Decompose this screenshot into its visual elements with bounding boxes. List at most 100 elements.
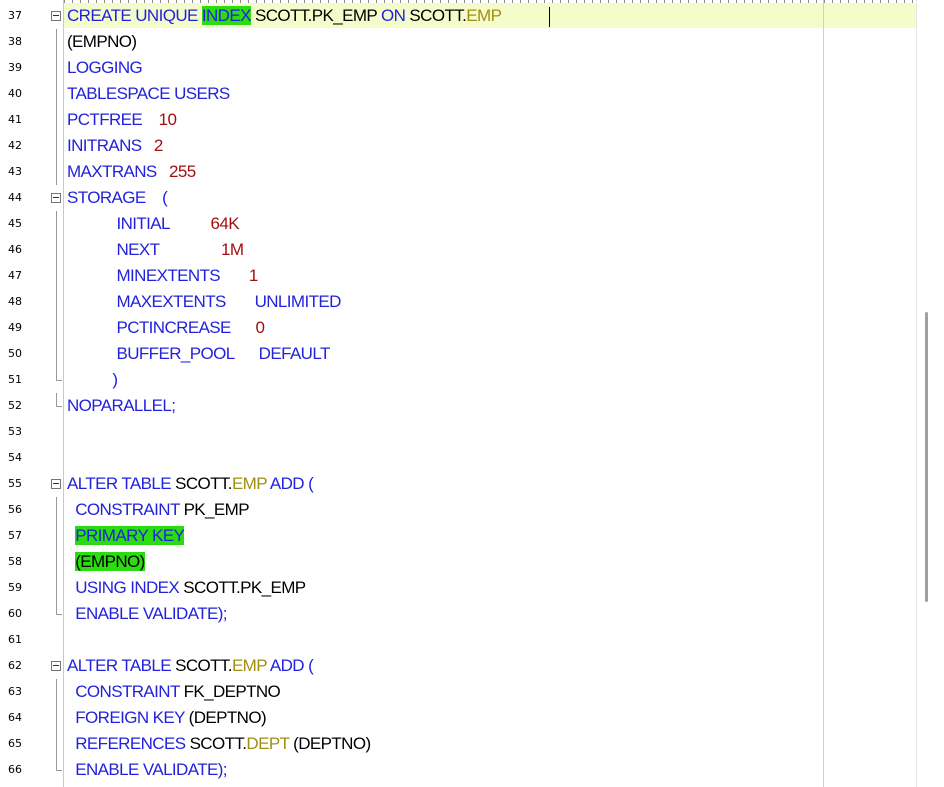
fold-end-guide bbox=[56, 757, 62, 771]
code-token: CONSTRAINT bbox=[67, 682, 184, 701]
code-text[interactable]: MAXTRANS 255 bbox=[67, 159, 196, 185]
code-text[interactable]: TABLESPACE USERS bbox=[67, 81, 230, 107]
code-line[interactable]: 45 INITIAL 64K bbox=[0, 211, 916, 237]
fold-guide bbox=[56, 705, 57, 731]
code-line[interactable]: 49 PCTINCREASE 0 bbox=[0, 315, 916, 341]
code-line[interactable]: 42 INITRANS 2 bbox=[0, 133, 916, 159]
code-text[interactable]: FOREIGN KEY (DEPTNO) bbox=[67, 705, 266, 731]
code-line[interactable]: 65 REFERENCES SCOTT.DEPT (DEPTNO) bbox=[0, 731, 916, 757]
code-line[interactable]: 60 ENABLE VALIDATE); bbox=[0, 601, 916, 627]
code-text[interactable]: MINEXTENTS 1 bbox=[67, 263, 258, 289]
code-line[interactable]: 55 ALTER TABLE SCOTT.EMP ADD ( bbox=[0, 471, 916, 497]
code-token: MAXEXTENTS UNLIMITED bbox=[67, 292, 341, 311]
code-line[interactable]: 54 bbox=[0, 445, 916, 471]
code-line[interactable]: 47 MINEXTENTS 1 bbox=[0, 263, 916, 289]
code-text[interactable]: (EMPNO) bbox=[67, 29, 137, 55]
code-token: 255 bbox=[169, 162, 196, 181]
code-token: ADD ( bbox=[266, 656, 314, 675]
line-number: 39 bbox=[8, 61, 22, 74]
code-text[interactable]: ALTER TABLE SCOTT.EMP ADD ( bbox=[67, 471, 314, 497]
fold-guide bbox=[56, 731, 57, 757]
code-text[interactable]: INITRANS 2 bbox=[67, 133, 163, 159]
code-token: (DEPTNO) bbox=[188, 708, 267, 727]
line-number: 45 bbox=[8, 217, 22, 230]
line-number: 48 bbox=[8, 295, 22, 308]
code-text[interactable]: STORAGE ( bbox=[67, 185, 168, 211]
code-text[interactable]: BUFFER_POOL DEFAULT bbox=[67, 341, 330, 367]
code-text[interactable]: ENABLE VALIDATE); bbox=[67, 601, 227, 627]
code-token: ENABLE VALIDATE); bbox=[67, 604, 227, 623]
code-text[interactable]: CONSTRAINT FK_DEPTNO bbox=[67, 679, 281, 705]
code-token: CONSTRAINT bbox=[67, 500, 184, 519]
fold-guide bbox=[56, 549, 57, 575]
code-text[interactable]: INITIAL 64K bbox=[67, 211, 239, 237]
code-token: CREATE UNIQUE bbox=[67, 6, 202, 25]
code-text[interactable]: MAXEXTENTS UNLIMITED bbox=[67, 289, 341, 315]
fold-guide bbox=[56, 55, 57, 81]
code-text[interactable]: (EMPNO) bbox=[67, 549, 145, 575]
code-line[interactable]: 53 bbox=[0, 419, 916, 445]
code-token: SCOTT.PK_EMP bbox=[183, 578, 306, 597]
fold-guide bbox=[56, 159, 57, 185]
code-line[interactable]: 48 MAXEXTENTS UNLIMITED bbox=[0, 289, 916, 315]
code-text[interactable]: PCTINCREASE 0 bbox=[67, 315, 265, 341]
code-line[interactable]: 41 PCTFREE 10 bbox=[0, 107, 916, 133]
code-text[interactable]: USING INDEX SCOTT.PK_EMP bbox=[67, 575, 306, 601]
code-token: ADD ( bbox=[266, 474, 314, 493]
code-line[interactable]: 40 TABLESPACE USERS bbox=[0, 81, 916, 107]
code-text[interactable]: REFERENCES SCOTT.DEPT (DEPTNO) bbox=[67, 731, 371, 757]
line-number: 64 bbox=[8, 711, 22, 724]
fold-toggle-icon[interactable] bbox=[51, 479, 61, 489]
code-line[interactable]: 66 ENABLE VALIDATE); bbox=[0, 757, 916, 783]
code-line[interactable]: 46 NEXT 1M bbox=[0, 237, 916, 263]
line-number: 58 bbox=[8, 555, 22, 568]
fold-toggle-icon[interactable] bbox=[51, 193, 61, 203]
code-text[interactable]: ALTER TABLE SCOTT.EMP ADD ( bbox=[67, 653, 314, 679]
code-editor[interactable]: 37 CREATE UNIQUE INDEX SCOTT.PK_EMP ON SC… bbox=[0, 0, 944, 787]
code-line[interactable]: 57 PRIMARY KEY bbox=[0, 523, 916, 549]
code-line[interactable]: 50 BUFFER_POOL DEFAULT bbox=[0, 341, 916, 367]
code-line[interactable]: 38 (EMPNO) bbox=[0, 29, 916, 55]
code-line[interactable]: 52 NOPARALLEL; bbox=[0, 393, 916, 419]
fold-guide bbox=[56, 107, 57, 133]
line-number: 57 bbox=[8, 529, 22, 542]
line-number: 59 bbox=[8, 581, 22, 594]
code-text[interactable]: PRIMARY KEY bbox=[67, 523, 185, 549]
code-token: ON bbox=[381, 6, 406, 25]
code-lines[interactable]: 37 CREATE UNIQUE INDEX SCOTT.PK_EMP ON SC… bbox=[0, 3, 916, 783]
code-line[interactable]: 43 MAXTRANS 255 bbox=[0, 159, 916, 185]
code-token: EMP bbox=[466, 6, 502, 25]
fold-toggle-icon[interactable] bbox=[51, 661, 61, 671]
code-text[interactable]: CREATE UNIQUE INDEX SCOTT.PK_EMP ON SCOT… bbox=[67, 3, 502, 29]
fold-guide bbox=[56, 211, 57, 237]
fold-guide bbox=[56, 29, 57, 55]
line-number: 66 bbox=[8, 763, 22, 776]
code-line[interactable]: 61 bbox=[0, 627, 916, 653]
code-line[interactable]: 59 USING INDEX SCOTT.PK_EMP bbox=[0, 575, 916, 601]
code-text[interactable]: LOGGING bbox=[67, 55, 143, 81]
line-number: 40 bbox=[8, 87, 22, 100]
code-line[interactable]: 58 (EMPNO) bbox=[0, 549, 916, 575]
code-line[interactable]: 51 ) bbox=[0, 367, 916, 393]
code-line[interactable]: 39 LOGGING bbox=[0, 55, 916, 81]
highlighted-token: PRIMARY KEY bbox=[75, 526, 185, 545]
code-text[interactable]: PCTFREE 10 bbox=[67, 107, 177, 133]
fold-end-guide bbox=[56, 601, 62, 615]
code-token: FOREIGN KEY bbox=[67, 708, 189, 727]
code-text[interactable]: ) bbox=[67, 367, 118, 393]
code-line[interactable]: 64 FOREIGN KEY (DEPTNO) bbox=[0, 705, 916, 731]
code-text[interactable]: CONSTRAINT PK_EMP bbox=[67, 497, 249, 523]
code-text[interactable]: NEXT 1M bbox=[67, 237, 244, 263]
code-line[interactable]: 63 CONSTRAINT FK_DEPTNO bbox=[0, 679, 916, 705]
code-line[interactable]: 37 CREATE UNIQUE INDEX SCOTT.PK_EMP ON SC… bbox=[0, 3, 916, 29]
code-token: FK_DEPTNO bbox=[183, 682, 281, 701]
fold-toggle-icon[interactable] bbox=[51, 11, 61, 21]
code-text[interactable]: NOPARALLEL; bbox=[67, 393, 176, 419]
fold-guide bbox=[56, 289, 57, 315]
vertical-scrollbar[interactable] bbox=[916, 0, 944, 787]
code-line[interactable]: 44 STORAGE ( bbox=[0, 185, 916, 211]
code-line[interactable]: 62 ALTER TABLE SCOTT.EMP ADD ( bbox=[0, 653, 916, 679]
scrollbar-thumb[interactable] bbox=[925, 312, 928, 602]
code-text[interactable]: ENABLE VALIDATE); bbox=[67, 757, 227, 783]
code-line[interactable]: 56 CONSTRAINT PK_EMP bbox=[0, 497, 916, 523]
